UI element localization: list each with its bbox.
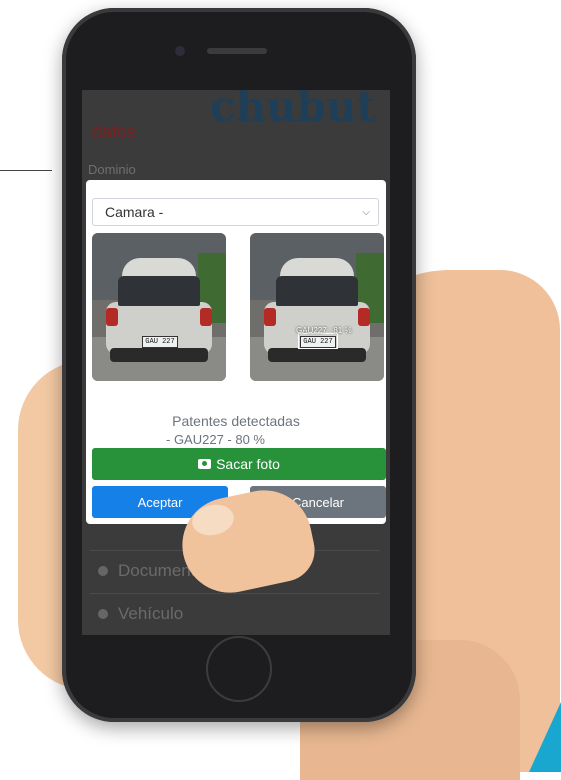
accordion-label: Vehículo: [118, 604, 184, 623]
section-title: datos: [92, 122, 137, 142]
phone-device: chubut datos Dominio Documento Vehículo …: [62, 8, 416, 722]
take-photo-button[interactable]: Sacar foto: [92, 448, 386, 480]
car-image: GAU 227 GAU227 : 81 %: [262, 258, 372, 366]
detection-label: GAU227 : 81 %: [296, 326, 352, 335]
plus-circle-icon: [98, 566, 108, 576]
license-plate: GAU 227: [142, 336, 178, 348]
decorative-line: [0, 170, 52, 171]
camera-icon: [198, 459, 212, 469]
accordion-vehiculo[interactable]: Vehículo: [90, 593, 380, 634]
photo-detected[interactable]: GAU 227 GAU227 : 81 %: [250, 233, 384, 381]
take-photo-label: Sacar foto: [216, 456, 280, 472]
field-label-dominio: Dominio: [88, 162, 136, 177]
app-logo: chubut: [210, 90, 376, 131]
detected-plate-item: - GAU227 - 80 %: [166, 432, 265, 447]
plus-circle-icon: [98, 609, 108, 619]
brand-accent-shape: [529, 702, 561, 772]
camera-select-value: Camara -: [105, 204, 164, 220]
car-image: GAU 227: [104, 258, 214, 366]
detected-plates-title: Patentes detectadas: [172, 413, 300, 429]
camera-select[interactable]: Camara - ⌵: [92, 198, 379, 226]
home-button: [206, 636, 272, 702]
detection-box: [298, 333, 338, 349]
photo-original[interactable]: GAU 227: [92, 233, 226, 381]
chevron-down-icon: ⌵: [362, 206, 370, 218]
speaker-grille: [207, 48, 267, 54]
camera-modal: Camara - ⌵ GAU 227 GAU 227 GAU227: 81 %…: [86, 180, 386, 524]
front-camera-icon: [175, 46, 185, 56]
